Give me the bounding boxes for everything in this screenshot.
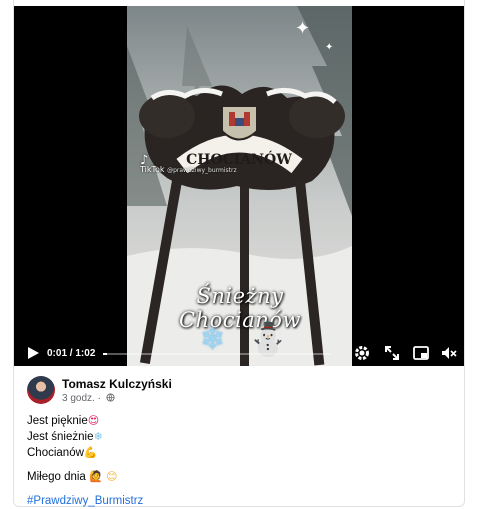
smiling-face-emoji-icon: 😊: [105, 470, 118, 483]
post-line: Jest pięknie😍: [27, 413, 143, 429]
picture-in-picture-icon[interactable]: [412, 344, 430, 362]
tiktok-logo-icon: ♪: [140, 153, 149, 168]
meta-separator: ·: [94, 393, 104, 404]
sparkle-icon: ✦: [295, 18, 311, 38]
flexed-biceps-emoji-icon: 💪: [83, 446, 98, 459]
fullscreen-icon[interactable]: [383, 344, 401, 362]
greeting-text: Miłego dnia: [27, 471, 86, 483]
post-meta: 3 godz. ·: [62, 393, 115, 404]
hashtag-link[interactable]: #Prawdziwy_Burmistrz: [27, 493, 143, 509]
current-time: 0:01: [47, 348, 68, 359]
sparkle-icon: ✦: [325, 42, 334, 53]
post-line-text: Jest śnieżnie: [27, 431, 94, 443]
tiktok-watermark: ♪ TikTok @prawdziwy_burmistrz: [140, 153, 237, 175]
tiktok-logo-text: TikTok: [140, 165, 165, 174]
post-text: Jest pięknie😍 Jest śnieżnie❄ Chocianów💪 …: [27, 413, 143, 509]
author-name[interactable]: Tomasz Kulczyński: [62, 377, 172, 391]
person-raising-hand-emoji-icon: 🙋: [89, 470, 103, 483]
progress-fill: [103, 353, 107, 355]
settings-icon[interactable]: [353, 344, 371, 362]
video-controls: 0:01 / 1:02: [14, 334, 464, 366]
post-greeting: Miłego dnia 🙋 😊: [27, 469, 143, 485]
heart-eyes-emoji-icon: 😍: [87, 414, 100, 427]
video-player[interactable]: CHOCIANÓW ✦ ✦ ♪ TikTok @prawdziwy_burmis…: [14, 6, 464, 366]
post-line: Chocianów💪: [27, 445, 143, 461]
post-line-text: Jest pięknie: [27, 415, 88, 427]
tiktok-handle: @prawdziwy_burmistrz: [167, 167, 237, 174]
globe-icon: [106, 393, 115, 402]
post-line-text: Chocianów: [27, 447, 84, 459]
progress-bar[interactable]: [103, 353, 331, 355]
post-timestamp[interactable]: 3 godz.: [62, 393, 95, 404]
video-time: 0:01 / 1:02: [47, 348, 95, 359]
avatar[interactable]: [27, 376, 55, 404]
snowflake-emoji-icon: ❄: [93, 430, 103, 443]
post-line: Jest śnieżnie❄: [27, 429, 143, 445]
duration: 1:02: [75, 348, 96, 359]
video-title-overlay: Śnieżny Chocianów: [179, 284, 301, 332]
post-card: CHOCIANÓW ✦ ✦ ♪ TikTok @prawdziwy_burmis…: [13, 0, 465, 507]
volume-muted-icon[interactable]: [440, 344, 458, 362]
play-icon[interactable]: [26, 346, 40, 360]
